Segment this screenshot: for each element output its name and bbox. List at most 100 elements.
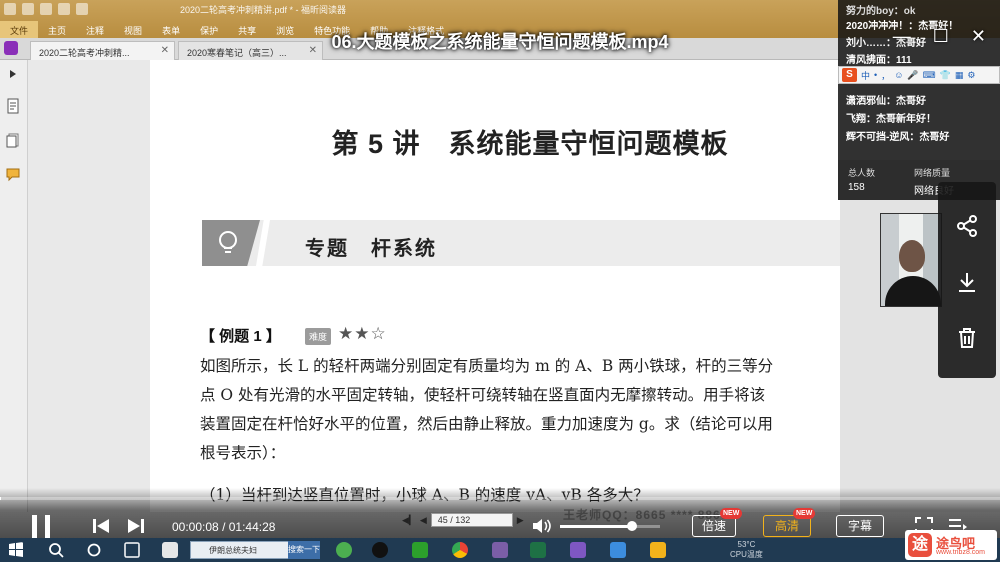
- maximize-icon[interactable]: ☐: [933, 26, 949, 47]
- topic-divider: [256, 220, 270, 266]
- problem-line: 根号表示）：: [200, 444, 286, 462]
- pdf-page: 第 5 讲 系统能量守恒问题模板 专题 杆系统 【 例题 1 】 难度 ★★☆ …: [150, 60, 847, 512]
- pause-button[interactable]: [30, 515, 52, 539]
- settings-icon[interactable]: ⚙: [967, 70, 975, 81]
- subtitle-button[interactable]: 字幕: [836, 515, 884, 537]
- chrome-icon[interactable]: [452, 542, 468, 558]
- pause-icon-bar: [45, 515, 50, 539]
- total-time: 01:44:28: [228, 520, 276, 534]
- problem-line: 点 O 处有光滑的水平固定转轴，使轻杆可绕转轴在竖直面内无摩擦转动。用手将该: [200, 386, 766, 404]
- save-icon[interactable]: [4, 3, 16, 15]
- toolbox-icon[interactable]: ▦: [955, 70, 964, 81]
- print-icon[interactable]: [40, 3, 52, 15]
- site-url: www.tnbz8.com: [936, 549, 986, 556]
- ime-language-toggle[interactable]: 中: [861, 69, 870, 82]
- qq-icon[interactable]: [372, 542, 388, 558]
- ime-halfwidth-icon[interactable]: •: [874, 70, 877, 80]
- cpu-temperature-label: CPU温度: [730, 550, 763, 559]
- taskbar-search-button[interactable]: 搜索一下: [288, 541, 320, 559]
- comments-icon[interactable]: [6, 166, 20, 182]
- lightbulb-icon: [219, 231, 237, 253]
- next-icon[interactable]: [127, 518, 145, 534]
- video-title: 06.大题模板之系统能量守恒问题模板.mp4: [331, 32, 669, 52]
- cpu-temperature-value: 53°C: [737, 540, 756, 549]
- pdf-page-navigation: ◀▎ ◀ 45 / 132 ▶: [402, 513, 524, 527]
- chat-message: 飞翔：杰哥新年好！: [846, 114, 936, 125]
- quick-access-toolbar: [4, 3, 88, 15]
- windows-taskbar: 伊朗总统夫妇 搜索一下: [0, 538, 1000, 562]
- minimize-icon[interactable]: —: [893, 26, 911, 47]
- pause-icon-bar: [32, 515, 37, 539]
- window-controls: — ☐ ✕: [893, 26, 986, 47]
- app-store-icon[interactable]: [162, 542, 178, 558]
- new-badge: NEW: [720, 508, 743, 519]
- share-icon[interactable]: [955, 214, 979, 238]
- open-icon[interactable]: [22, 3, 34, 15]
- webcam-person-body: [885, 276, 941, 306]
- volume-icon[interactable]: [532, 517, 552, 535]
- webcam-person-head: [899, 240, 925, 272]
- windows-app-icon[interactable]: [124, 542, 140, 558]
- new-badge: NEW: [793, 508, 816, 519]
- seek-bar[interactable]: [0, 497, 1000, 500]
- wechat-icon[interactable]: [412, 542, 428, 558]
- chat-message: 潇洒邪仙：杰哥好: [846, 96, 926, 107]
- download-icon[interactable]: [955, 270, 979, 294]
- microphone-icon[interactable]: 🎤: [907, 70, 918, 81]
- reader-sidebar: [0, 60, 28, 512]
- emoji-icon[interactable]: ☺: [894, 70, 903, 80]
- topic-title: 专题 杆系统: [305, 238, 437, 260]
- skin-icon[interactable]: 👕: [940, 70, 951, 81]
- undo-icon[interactable]: [58, 3, 70, 15]
- current-time: 00:00:08: [172, 520, 219, 534]
- page-number-input[interactable]: 45 / 132: [430, 513, 513, 527]
- windows-start-icon[interactable]: [8, 542, 24, 558]
- volume-slider-handle[interactable]: [627, 521, 637, 531]
- video-player-screen: 2020二轮高考冲刺精讲.pdf * - 福昕阅读器 文件 主页 注释 视图 表…: [0, 0, 1000, 562]
- network-label: 网络质量: [914, 168, 951, 178]
- video-player-app-icon[interactable]: [650, 542, 666, 558]
- folder-icon[interactable]: [610, 542, 626, 558]
- site-logo-icon: 途: [908, 533, 932, 557]
- ime-punctuation-icon[interactable]: ，: [881, 69, 890, 82]
- cpu-temperature: 53°C CPU温度: [730, 540, 763, 560]
- redo-icon[interactable]: [76, 3, 88, 15]
- prev-page-icon[interactable]: ◀: [420, 515, 427, 526]
- volume-slider-fill: [560, 525, 632, 528]
- viewers-label: 总人数: [848, 168, 876, 178]
- difficulty-tag: 难度: [305, 328, 332, 345]
- media-player-icon[interactable]: [492, 542, 508, 558]
- close-icon[interactable]: ✕: [971, 26, 986, 47]
- problem-line: 装置固定在杆恰好水平的位置，然后由静止释放。重力加速度为 g。求（结论可以用: [200, 415, 773, 433]
- example-heading: 【 例题 1 】: [200, 328, 281, 345]
- excel-icon[interactable]: [530, 542, 546, 558]
- difficulty-stars: ★★☆: [338, 324, 387, 343]
- first-page-icon[interactable]: ◀▎: [402, 515, 416, 526]
- pages-icon[interactable]: [6, 98, 20, 114]
- seek-bar-fill: [0, 497, 2, 500]
- problem-statement[interactable]: 如图所示，长 L 的轻杆两端分别固定有质量均为 m 的 A、B 两小铁球，杆的三…: [200, 352, 850, 468]
- reader-app-icon[interactable]: [570, 542, 586, 558]
- task-view-icon[interactable]: [86, 542, 102, 558]
- topic-banner: 专题 杆系统: [202, 220, 847, 266]
- attachments-icon[interactable]: [6, 132, 20, 148]
- viewers-count: 158: [848, 182, 865, 193]
- keyboard-icon[interactable]: ⌨: [923, 70, 936, 81]
- browser-icon[interactable]: [336, 542, 352, 558]
- search-icon[interactable]: [48, 542, 64, 558]
- volume-slider[interactable]: [560, 521, 660, 531]
- teacher-webcam[interactable]: [880, 213, 942, 307]
- expand-arrow-icon[interactable]: [6, 66, 20, 82]
- player-side-panel: [938, 182, 996, 378]
- ime-toolbar[interactable]: S 中 • ， ☺ 🎤 ⌨ 👕 ▦ ⚙: [838, 66, 1000, 84]
- sogou-logo-icon: S: [842, 68, 857, 82]
- playback-time: 00:00:08 / 01:44:28: [172, 520, 275, 534]
- problem-line: 如图所示，长 L 的轻杆两端分别固定有质量均为 m 的 A、B 两小铁球，杆的三…: [200, 357, 774, 375]
- next-page-icon[interactable]: ▶: [517, 515, 524, 526]
- lesson-title: 第 5 讲 系统能量守恒问题模板: [331, 129, 729, 159]
- previous-icon[interactable]: [92, 518, 110, 534]
- reader-window-title: 2020二轮高考冲刺精讲.pdf * - 福昕阅读器: [180, 5, 347, 15]
- site-watermark-logo: 途 途鸟吧 www.tnbz8.com: [905, 530, 997, 560]
- chat-message: 辉不可挡-逆风：杰哥好: [846, 132, 950, 143]
- delete-icon[interactable]: [955, 326, 979, 350]
